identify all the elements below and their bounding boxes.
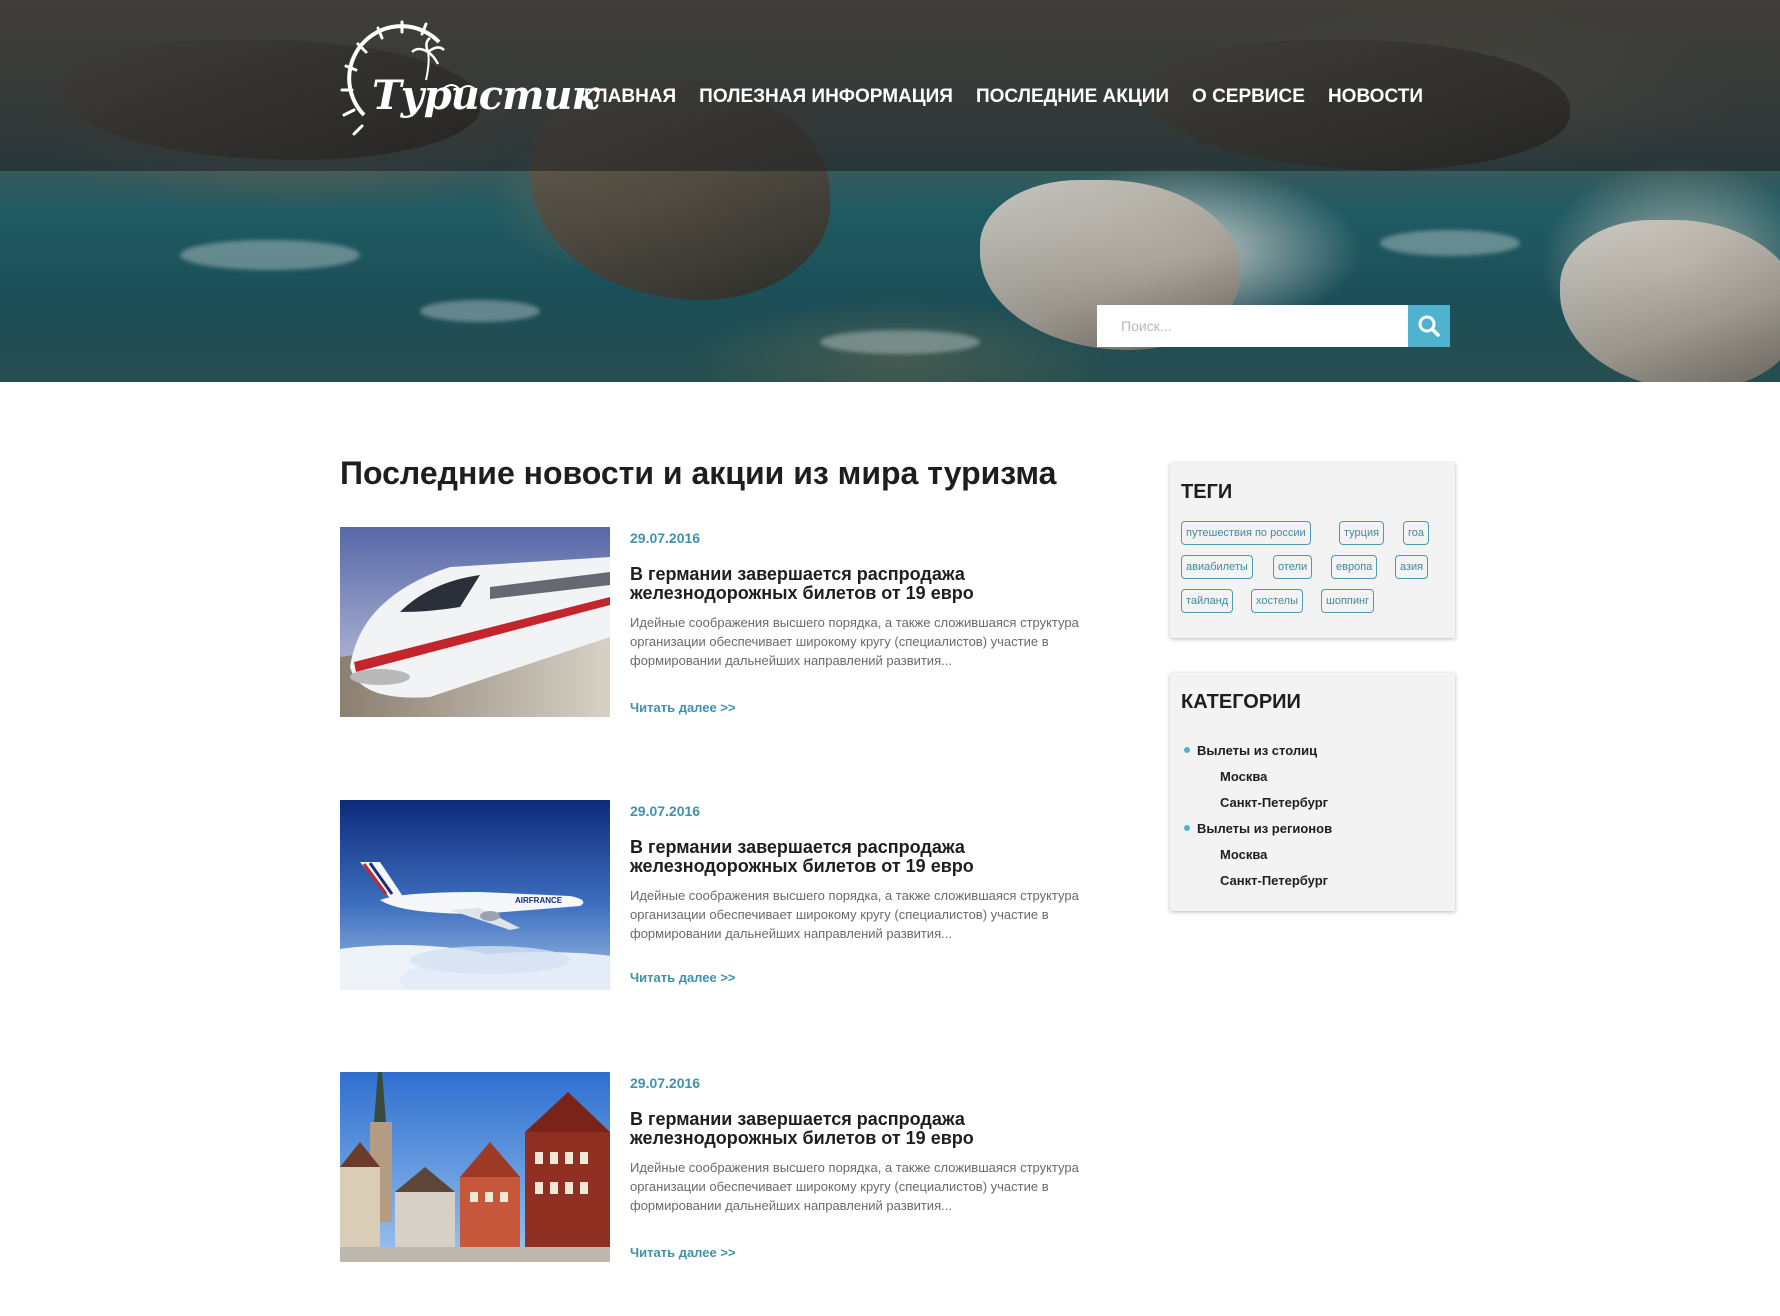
article-title[interactable]: В германии завершается распродажа железн… (630, 565, 1120, 603)
nav-item-news[interactable]: НОВОСТИ (1328, 86, 1423, 110)
category-item[interactable]: Вылеты из регионов (1184, 821, 1332, 836)
tag-item[interactable]: отели (1273, 555, 1313, 579)
search-button[interactable] (1408, 305, 1450, 347)
article-title[interactable]: В германии завершается распродажа железн… (630, 1110, 1120, 1148)
category-item[interactable]: Вылеты из столиц (1184, 743, 1317, 758)
tag-item[interactable]: европа (1331, 555, 1378, 579)
subcategory-item[interactable]: Санкт-Петербург (1220, 795, 1328, 810)
categories-title: КАТЕГОРИИ (1181, 691, 1301, 713)
tag-item[interactable]: тайланд (1181, 589, 1234, 613)
hero-foam (1380, 230, 1520, 256)
bullet-icon (1184, 825, 1190, 831)
hero-foam (820, 330, 980, 354)
hero-rock (1560, 220, 1780, 382)
category-label: Вылеты из регионов (1197, 821, 1333, 836)
nav-item-latest-deals[interactable]: ПОСЛЕДНИЕ АКЦИИ (976, 86, 1169, 110)
tag-item[interactable]: хостелы (1251, 589, 1303, 613)
article-date: 29.07.2016 (630, 803, 701, 819)
nav-item-home[interactable]: ГЛАВНАЯ (584, 86, 676, 110)
read-more-link[interactable]: Читать далее >> (630, 1245, 736, 1260)
article-excerpt: Идейные соображения высшего порядка, а т… (630, 615, 1079, 668)
article-image-airplane[interactable]: AIRFRANCE (340, 800, 610, 990)
article-excerpt: Идейные соображения высшего порядка, а т… (630, 1160, 1079, 1213)
svg-text:AIRFRANCE: AIRFRANCE (515, 896, 563, 905)
logo-text: Туристик (372, 72, 599, 119)
page-title: Последние новости и акции из мира туризм… (340, 455, 1057, 491)
article-date: 29.07.2016 (630, 530, 701, 546)
tag-item[interactable]: шоппинг (1321, 589, 1375, 613)
news-article: 29.07.2016 В германии завершается распро… (340, 1072, 1120, 1262)
bullet-icon (1184, 747, 1190, 753)
category-label: Вылеты из столиц (1197, 743, 1318, 758)
article-title[interactable]: В германии завершается распродажа железн… (630, 838, 1120, 876)
nav-item-useful-info[interactable]: ПОЛЕЗНАЯ ИНФОРМАЦИЯ (699, 86, 953, 110)
hero-banner: Туристик ГЛАВНАЯ ПОЛЕЗНАЯ ИНФОРМАЦИЯ ПОС… (0, 0, 1780, 382)
tags-title: ТЕГИ (1181, 481, 1233, 503)
tag-item[interactable]: турция (1339, 521, 1385, 545)
search-icon (1418, 315, 1440, 337)
categories-widget: КАТЕГОРИИ Вылеты из столиц Москва Санкт-… (1170, 673, 1455, 911)
nav-item-about[interactable]: О СЕРВИСЕ (1192, 86, 1305, 110)
read-more-link[interactable]: Читать далее >> (630, 970, 736, 985)
subcategory-item[interactable]: Санкт-Петербург (1220, 873, 1328, 888)
site-logo[interactable]: Туристик (334, 20, 599, 140)
article-image-train[interactable] (340, 527, 610, 717)
tags-widget: ТЕГИ путешествия по россии турция гоа ав… (1170, 463, 1455, 638)
news-article: AIRFRANCE 29.07.2016 В германии завершае… (340, 800, 1120, 990)
news-article: 29.07.2016 В германии завершается распро… (340, 527, 1120, 717)
search-form (1097, 305, 1450, 347)
main-nav: ГЛАВНАЯ ПОЛЕЗНАЯ ИНФОРМАЦИЯ ПОСЛЕДНИЕ АК… (584, 86, 1423, 110)
article-image-old-town[interactable] (340, 1072, 610, 1262)
hero-foam (420, 300, 540, 322)
article-date: 29.07.2016 (630, 1075, 701, 1091)
article-excerpt: Идейные соображения высшего порядка, а т… (630, 888, 1079, 941)
subcategory-item[interactable]: Москва (1220, 769, 1267, 784)
hero-foam (180, 240, 360, 270)
read-more-link[interactable]: Читать далее >> (630, 700, 736, 715)
tag-item[interactable]: азия (1395, 555, 1429, 579)
search-input[interactable] (1097, 305, 1408, 347)
tag-item[interactable]: путешествия по россии (1181, 521, 1311, 545)
tag-item[interactable]: авиабилеты (1181, 555, 1253, 579)
subcategory-item[interactable]: Москва (1220, 847, 1267, 862)
tag-item[interactable]: гоа (1403, 521, 1430, 545)
